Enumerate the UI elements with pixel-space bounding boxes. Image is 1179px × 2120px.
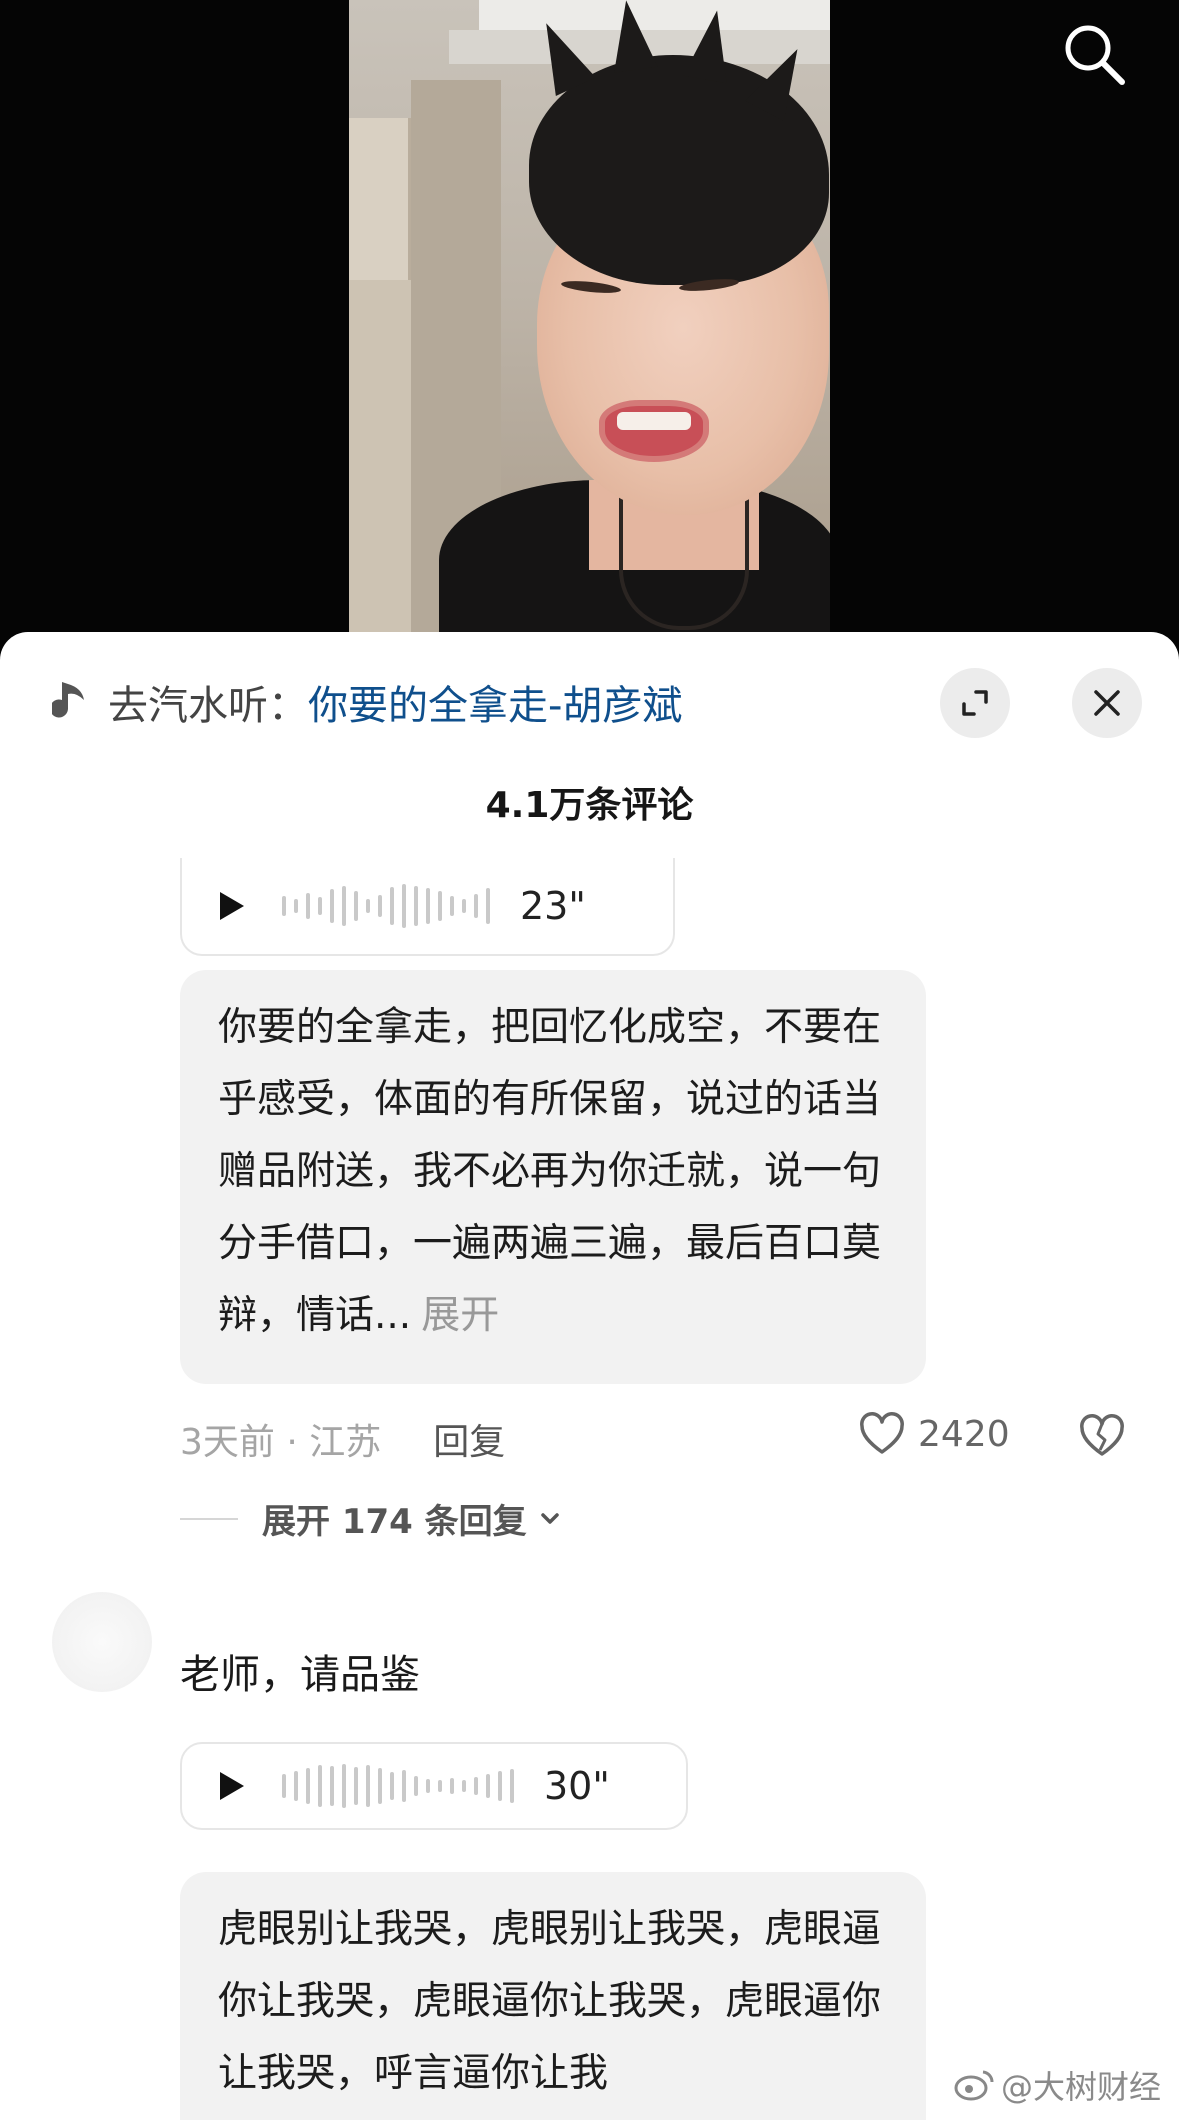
video-frame[interactable] [349,0,830,650]
expand-replies-button[interactable]: 展开 174 条回复 [180,1494,565,1543]
dislike-button[interactable] [1078,1414,1126,1462]
voice-duration: 23" [520,884,586,928]
chevron-down-icon [540,1512,559,1524]
replies-divider [180,1517,238,1520]
comment-bubble: 你要的全拿走，把回忆化成空，不要在乎感受，体面的有所保留，说过的话当赠品附送，我… [180,970,926,1384]
waveform [282,1762,514,1810]
like-button[interactable]: 2420 [858,1412,1010,1456]
comment-meta: 3天前 · 江苏 回复 [180,1414,505,1464]
music-note-icon [52,682,84,718]
heart-icon [860,1412,904,1454]
video-player[interactable] [0,0,1179,650]
search-icon [1065,25,1125,85]
comment-panel: 去汽水听： 你要的全拿走-胡彦斌 4.1万条评论 23" 你要的全拿走，把回忆化… [0,632,1179,2120]
expand-button[interactable] [940,668,1010,738]
comment-text: 老师，请品鉴 [180,1652,420,1698]
watermark: @大树财经 [953,2062,1161,2108]
waveform [282,882,490,930]
video-teeth [617,412,691,430]
broken-heart-icon [1080,1414,1124,1456]
play-icon [220,892,244,920]
voice-message-player[interactable]: 23" [180,858,675,956]
expand-icon [962,690,988,716]
watermark-text: @大树财经 [1000,2068,1161,2106]
voice-message-player[interactable]: 30" [180,1742,688,1830]
music-prefix: 去汽水听： [108,683,308,729]
comment-time-location: 3天前 · 江苏 [180,1422,382,1463]
comment-text: 虎眼别让我哭，虎眼别让我哭，虎眼逼你让我哭，虎眼逼你让我哭，虎眼逼你让我哭，呼言… [218,1907,882,2096]
comment-count-title: 4.1万条评论 [485,785,694,826]
song-link[interactable]: 你要的全拿走-胡彦斌 [308,673,682,731]
reply-button[interactable]: 回复 [433,1413,505,1465]
search-button[interactable] [1060,20,1128,88]
voice-duration: 30" [544,1764,610,1808]
avatar[interactable] [52,1592,152,1692]
comment-bubble: 虎眼别让我哭，虎眼别让我哭，虎眼逼你让我哭，虎眼逼你让我哭，虎眼逼你让我哭，呼言… [180,1872,926,2120]
weibo-icon [954,2070,994,2101]
comment-text: 你要的全拿走，把回忆化成空，不要在乎感受，体面的有所保留，说过的话当赠品附送，我… [218,1005,882,1338]
close-icon [1094,690,1120,716]
expand-replies-label: 展开 174 条回复 [262,1502,527,1542]
like-count: 2420 [918,1413,1010,1455]
play-icon [220,1772,244,1800]
video-mouth [599,400,709,462]
video-hair-spike [604,0,658,73]
close-button[interactable] [1072,668,1142,738]
video-door-panel [349,280,411,650]
music-link-bar[interactable]: 去汽水听： 你要的全拿走-胡彦斌 [52,672,682,732]
expand-text-link[interactable]: 展开 [421,1293,499,1338]
